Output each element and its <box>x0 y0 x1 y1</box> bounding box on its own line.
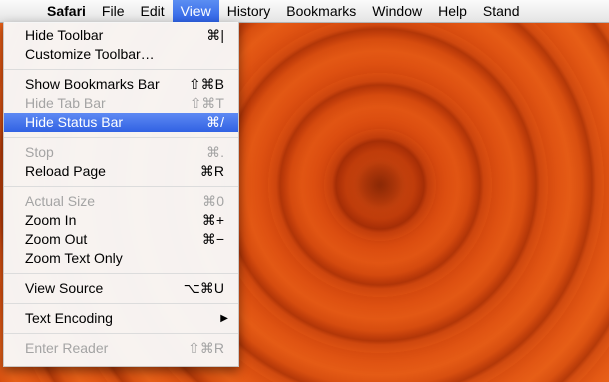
menu-item-label: Customize Toolbar… <box>25 46 155 62</box>
menu-separator <box>4 303 238 304</box>
menu-item-shortcut: ⌘| <box>206 27 224 43</box>
menu-item-label: Enter Reader <box>25 340 109 356</box>
menu-item-hide-tab-bar: Hide Tab Bar ⇧⌘T <box>4 94 238 113</box>
menu-item-reload-page[interactable]: Reload Page ⌘R <box>4 162 238 181</box>
menu-item-enter-reader: Enter Reader ⇧⌘R <box>4 339 238 358</box>
menu-item-label: Hide Status Bar <box>25 114 124 130</box>
menu-item-zoom-out[interactable]: Zoom Out ⌘− <box>4 230 238 249</box>
menu-item-label: Zoom In <box>25 212 77 228</box>
menu-item-label: Zoom Text Only <box>25 250 123 266</box>
menu-separator <box>4 333 238 334</box>
menu-item-zoom-text-only[interactable]: Zoom Text Only <box>4 249 238 268</box>
menu-separator <box>4 69 238 70</box>
menu-item-label: Text Encoding <box>25 310 113 326</box>
menu-item-label: Hide Tab Bar <box>25 95 106 111</box>
menu-item-label: Show Bookmarks Bar <box>25 76 160 92</box>
menu-item-shortcut: ⌘R <box>199 163 224 179</box>
menu-item-shortcut: ⌘. <box>206 144 224 160</box>
menu-item-shortcut: ⌘+ <box>201 212 224 228</box>
menu-view[interactable]: View <box>172 0 219 22</box>
menu-stand[interactable]: Stand <box>475 0 528 22</box>
menu-file[interactable]: File <box>94 0 133 22</box>
menu-item-show-bookmarks-bar[interactable]: Show Bookmarks Bar ⇧⌘B <box>4 75 238 94</box>
menu-window[interactable]: Window <box>364 0 430 22</box>
menu-item-hide-toolbar[interactable]: Hide Toolbar ⌘| <box>4 26 238 45</box>
menu-item-label: View Source <box>25 280 104 296</box>
menu-history[interactable]: History <box>219 0 279 22</box>
menu-item-label: Hide Toolbar <box>25 27 104 43</box>
menu-item-actual-size: Actual Size ⌘0 <box>4 192 238 211</box>
menu-separator <box>4 273 238 274</box>
view-menu-dropdown: Hide Toolbar ⌘| Customize Toolbar… Show … <box>3 22 239 367</box>
menu-item-shortcut: ⇧⌘B <box>188 76 224 92</box>
menu-edit[interactable]: Edit <box>132 0 172 22</box>
menu-item-shortcut: ⌘− <box>201 231 224 247</box>
menu-item-view-source[interactable]: View Source ⌥⌘U <box>4 279 238 298</box>
menu-bar: Safari File Edit View History Bookmarks … <box>0 0 609 23</box>
menu-item-shortcut: ⇧⌘T <box>189 95 224 111</box>
menu-item-zoom-in[interactable]: Zoom In ⌘+ <box>4 211 238 230</box>
menu-separator <box>4 186 238 187</box>
menu-item-label: Stop <box>25 144 54 160</box>
menu-item-customize-toolbar[interactable]: Customize Toolbar… <box>4 45 238 64</box>
menu-separator <box>4 137 238 138</box>
menu-item-hide-status-bar[interactable]: Hide Status Bar ⌘/ <box>4 113 238 132</box>
menu-help[interactable]: Help <box>430 0 475 22</box>
menu-item-stop: Stop ⌘. <box>4 143 238 162</box>
menu-item-shortcut: ⌘0 <box>202 193 224 209</box>
submenu-arrow-icon: ▶ <box>220 313 228 324</box>
menu-item-text-encoding[interactable]: Text Encoding ▶ <box>4 309 238 328</box>
menu-item-shortcut: ⌥⌘U <box>183 280 224 296</box>
menu-safari[interactable]: Safari <box>39 0 94 22</box>
menu-item-label: Zoom Out <box>25 231 88 247</box>
menu-bookmarks[interactable]: Bookmarks <box>278 0 364 22</box>
menu-item-shortcut: ⇧⌘R <box>188 340 224 356</box>
menu-item-label: Reload Page <box>25 163 106 179</box>
menu-item-shortcut: ⌘/ <box>206 114 224 130</box>
menu-item-label: Actual Size <box>25 193 96 209</box>
